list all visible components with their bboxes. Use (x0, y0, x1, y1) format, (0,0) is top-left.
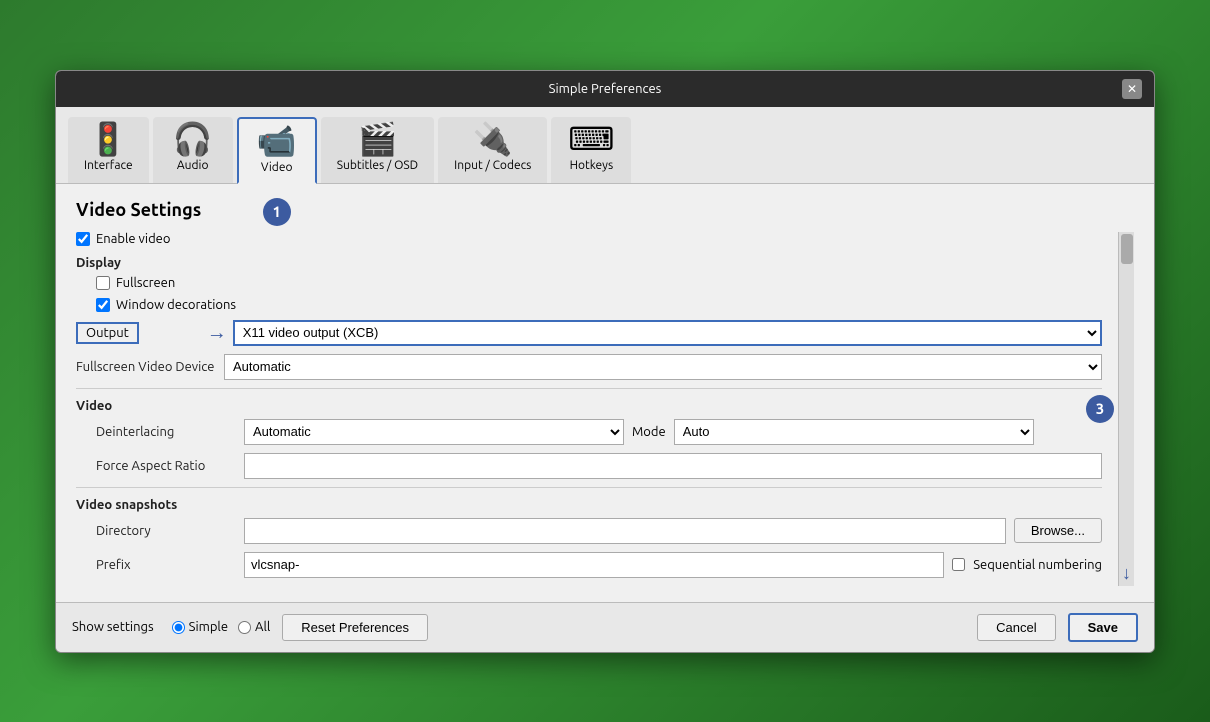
fullscreen-checkbox[interactable] (96, 276, 110, 290)
force-aspect-ratio-label: Force Aspect Ratio (96, 459, 236, 473)
annotation-bubble-1: 1 (263, 198, 291, 226)
directory-input[interactable] (244, 518, 1006, 544)
scroll-down-arrow: ↓ (1119, 563, 1134, 586)
tab-hotkeys[interactable]: ⌨ Hotkeys (551, 117, 631, 183)
output-select[interactable]: X11 video output (XCB) OpenGL DirectFB N… (233, 320, 1102, 346)
output-label: Output (76, 322, 139, 344)
browse-button[interactable]: Browse... (1014, 518, 1102, 543)
display-label: Display (76, 256, 1102, 270)
tab-audio-label: Audio (177, 159, 209, 172)
content-area: Video Settings Enable video Display Full… (56, 184, 1154, 602)
fullscreen-device-row: Fullscreen Video Device Automatic (76, 354, 1102, 380)
save-button[interactable]: Save (1068, 613, 1138, 642)
all-radio[interactable] (238, 621, 251, 634)
scrollbar[interactable]: 3 ↓ (1118, 232, 1134, 586)
output-row: Output 2 → X11 video output (XCB) OpenGL… (76, 320, 1102, 346)
deinterlacing-select[interactable]: Automatic Off Blend Bob (244, 419, 624, 445)
deinterlacing-row: Deinterlacing Automatic Off Blend Bob Mo… (76, 419, 1102, 445)
tab-subtitles[interactable]: 🎬 Subtitles / OSD (321, 117, 434, 183)
input-icon: 🔌 (473, 123, 513, 155)
simple-radio-row: Simple (172, 620, 228, 634)
fullscreen-device-select[interactable]: Automatic (224, 354, 1102, 380)
tab-input-label: Input / Codecs (454, 159, 531, 172)
tab-interface-label: Interface (84, 159, 133, 172)
window-decorations-checkbox[interactable] (96, 298, 110, 312)
tab-bar: 🚦 Interface 🎧 Audio 📹 Video 1 🎬 Subtitle… (56, 107, 1154, 184)
prefix-row: Prefix Sequential numbering (76, 552, 1102, 578)
fullscreen-row: Fullscreen (96, 276, 1102, 290)
directory-row: Directory Browse... (76, 518, 1102, 544)
deinterlacing-label: Deinterlacing (96, 425, 236, 439)
reset-preferences-button[interactable]: Reset Preferences (282, 614, 428, 641)
enable-video-row: Enable video (76, 232, 1102, 246)
prefix-input[interactable] (244, 552, 944, 578)
settings-mode-radio-group: Simple All (172, 620, 271, 634)
tab-hotkeys-label: Hotkeys (570, 159, 614, 172)
show-settings-label: Show settings (72, 620, 154, 634)
titlebar: Simple Preferences ✕ (56, 71, 1154, 107)
hotkeys-icon: ⌨ (568, 123, 614, 155)
tab-video[interactable]: 📹 Video 1 (237, 117, 317, 184)
window-decorations-label: Window decorations (116, 298, 236, 312)
audio-icon: 🎧 (173, 123, 213, 155)
directory-label: Directory (96, 524, 236, 538)
close-button[interactable]: ✕ (1122, 79, 1142, 99)
tab-audio[interactable]: 🎧 Audio (153, 117, 233, 183)
tab-subtitles-label: Subtitles / OSD (337, 159, 418, 172)
all-radio-row: All (238, 620, 270, 634)
section-title: Video Settings (76, 200, 1134, 220)
annotation-bubble-3: 3 (1086, 395, 1114, 423)
fullscreen-device-label: Fullscreen Video Device (76, 360, 216, 374)
mode-select[interactable]: Auto Mean Bob (674, 419, 1034, 445)
force-aspect-ratio-row: Force Aspect Ratio (76, 453, 1102, 479)
enable-video-checkbox[interactable] (76, 232, 90, 246)
video-subsection-label: Video (76, 399, 1102, 413)
tab-interface[interactable]: 🚦 Interface (68, 117, 149, 183)
all-label: All (255, 620, 270, 634)
video-icon: 📹 (257, 125, 297, 157)
arrow-2: → (207, 320, 227, 345)
simple-radio[interactable] (172, 621, 185, 634)
separator-2 (76, 487, 1102, 488)
enable-video-label: Enable video (96, 232, 170, 246)
tab-input[interactable]: 🔌 Input / Codecs (438, 117, 547, 183)
settings-scroll-area: Enable video Display Fullscreen Window d… (76, 232, 1118, 586)
video-snapshots-label: Video snapshots (76, 498, 1102, 512)
sequential-numbering-checkbox[interactable] (952, 558, 965, 571)
separator-1 (76, 388, 1102, 389)
sequential-numbering-label: Sequential numbering (973, 558, 1102, 572)
simple-preferences-dialog: Simple Preferences ✕ 🚦 Interface 🎧 Audio… (55, 70, 1155, 653)
subtitles-icon: 🎬 (358, 123, 398, 155)
window-decorations-row: Window decorations (96, 298, 1102, 312)
dialog-title: Simple Preferences (88, 82, 1122, 96)
cancel-button[interactable]: Cancel (977, 614, 1055, 641)
prefix-label: Prefix (96, 558, 236, 572)
tab-video-label: Video (261, 161, 293, 174)
force-aspect-ratio-input[interactable] (244, 453, 1102, 479)
fullscreen-label: Fullscreen (116, 276, 175, 290)
mode-label: Mode (632, 425, 666, 439)
interface-icon: 🚦 (88, 123, 128, 155)
simple-label: Simple (189, 620, 228, 634)
bottom-bar: Show settings Simple All Reset Preferenc… (56, 602, 1154, 652)
